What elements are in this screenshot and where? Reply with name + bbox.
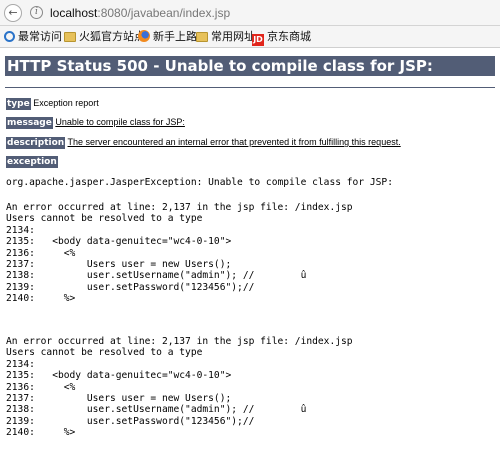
- message-label: message: [6, 117, 53, 129]
- type-label: type: [6, 98, 31, 110]
- message-row: message Unable to compile class for JSP:: [6, 116, 185, 130]
- url-field[interactable]: localhost:8080/javabean/index.jsp: [50, 5, 230, 21]
- exception-row: exception: [6, 155, 58, 169]
- gear-icon: [4, 31, 15, 42]
- info-icon[interactable]: i: [30, 6, 43, 19]
- bookmark-jd-mall[interactable]: JD 京东商城: [252, 29, 311, 46]
- type-value: Exception report: [33, 98, 99, 108]
- bookmark-common-sites[interactable]: 常用网址: [196, 29, 255, 45]
- folder-icon: [196, 32, 208, 42]
- bookmark-firefox-site[interactable]: 火狐官方站点: [64, 29, 145, 45]
- url-host: localhost: [50, 6, 98, 20]
- description-value: The server encountered an internal error…: [67, 137, 401, 147]
- description-row: description The server encountered an in…: [6, 136, 401, 150]
- description-label: description: [6, 137, 66, 149]
- bookmark-most-visited[interactable]: 最常访问: [4, 29, 62, 45]
- error-block-1: An error occurred at line: 2,137 in the …: [6, 202, 353, 305]
- bookmarks-toolbar: 最常访问 火狐官方站点 新手上路 常用网址 JD 京东商城: [0, 26, 500, 48]
- firefox-icon: [138, 30, 150, 42]
- bookmark-label: 新手上路: [153, 30, 197, 43]
- back-arrow-icon[interactable]: ←: [4, 4, 22, 22]
- bookmark-label: 常用网址: [211, 30, 255, 43]
- title-divider: [5, 87, 495, 88]
- exception-text: org.apache.jasper.JasperException: Unabl…: [6, 177, 393, 188]
- type-row: type Exception report: [6, 97, 99, 111]
- bookmark-label: 火狐官方站点: [79, 30, 145, 43]
- bookmark-label: 京东商城: [267, 30, 311, 43]
- exception-label: exception: [6, 156, 58, 168]
- error-block-2: An error occurred at line: 2,137 in the …: [6, 336, 353, 439]
- url-path: :8080/javabean/index.jsp: [97, 6, 231, 20]
- address-bar: ← i localhost:8080/javabean/index.jsp: [0, 0, 500, 26]
- page-title: HTTP Status 500 - Unable to compile clas…: [5, 56, 495, 76]
- bookmark-label: 最常访问: [18, 30, 62, 43]
- jd-icon: JD: [252, 34, 264, 46]
- folder-icon: [64, 32, 76, 42]
- message-value: Unable to compile class for JSP:: [55, 117, 185, 127]
- bookmark-getting-started[interactable]: 新手上路: [138, 29, 197, 45]
